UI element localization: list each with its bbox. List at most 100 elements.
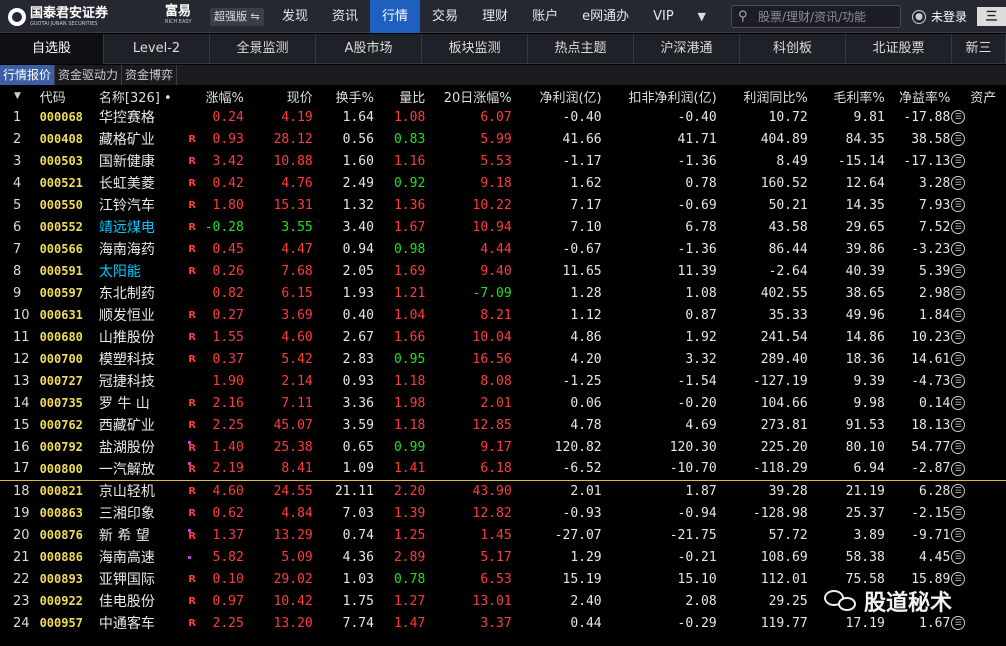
- sub-tab[interactable]: 资金博弈: [122, 65, 178, 85]
- market-tab[interactable]: 新三: [952, 34, 1006, 64]
- menu-lines-icon[interactable]: ☰: [951, 506, 966, 520]
- sub-tab[interactable]: 资金驱动力: [55, 65, 123, 85]
- table-row[interactable]: 6 000552 靖远煤电 R -0.28 3.55 3.40 1.67 10.94 7.10 6.…: [0, 216, 1006, 238]
- profit-yoy: 160.52: [760, 175, 808, 191]
- col-gross-margin[interactable]: 毛利率%: [812, 86, 889, 106]
- market-tab[interactable]: A股市场: [316, 34, 422, 64]
- topnav-item[interactable]: 资讯: [320, 0, 370, 33]
- row-index: 15: [13, 417, 30, 433]
- table-row[interactable]: 17 000800 一汽解放 R 2.19 8.41 1.09 1.41 6.18 -6.52 -1…: [0, 458, 1006, 481]
- menu-lines-icon[interactable]: ☰: [951, 176, 966, 190]
- topnav-item[interactable]: e网通办: [570, 0, 641, 33]
- brand-logo[interactable]: 国泰君安证券 GUOTAI JUNAN SECURITIES: [8, 5, 108, 29]
- table-row[interactable]: 1 000068 华控赛格 0.24 4.19 1.64 1.08 6.07 -0.40 -0.4…: [0, 106, 1006, 128]
- topnav-item[interactable]: 理财: [470, 0, 520, 33]
- topnav-item[interactable]: 账户: [520, 0, 570, 33]
- menu-lines-icon[interactable]: ☰: [951, 418, 966, 432]
- col-volume-ratio[interactable]: 量比: [378, 86, 429, 106]
- table-row[interactable]: 4 000521 长虹美菱 R 0.42 4.76 2.49 0.92 9.18 1.62 0.78…: [0, 172, 1006, 194]
- col-turnover[interactable]: 换手%: [317, 86, 378, 106]
- price: 6.15: [281, 285, 313, 301]
- menu-lines-icon[interactable]: ☰: [951, 484, 966, 499]
- col-profit-yoy[interactable]: 利润同比%: [721, 86, 812, 106]
- table-row[interactable]: 11 000680 山推股份 R 1.55 4.60 2.67 1.66 10.04 4.86 1.…: [0, 326, 1006, 348]
- menu-lines-icon[interactable]: ☰: [951, 110, 966, 124]
- change-20d: 5.53: [480, 153, 512, 169]
- menu-lines-icon[interactable]: ☰: [951, 352, 966, 366]
- market-tab[interactable]: 科创板: [740, 34, 846, 64]
- table-row[interactable]: 20 000876 新 希 望 R 1.37 13.29 0.74 1.25 1.45 -27.0…: [0, 524, 1006, 546]
- menu-lines-icon[interactable]: ☰: [951, 198, 966, 212]
- col-change[interactable]: 涨幅%: [204, 86, 248, 106]
- menu-lines-icon[interactable]: ☰: [951, 286, 966, 300]
- topnav-item[interactable]: 发现: [270, 0, 320, 33]
- table-row[interactable]: 18 000821 京山轻机 R 4.60 24.55 21.11 2.20 43.90 2.01…: [0, 480, 1006, 502]
- change-pct: 0.93: [212, 131, 244, 147]
- edition-switch-button[interactable]: 超强版 ⇋: [210, 8, 264, 26]
- sort-toggle-icon[interactable]: ▼: [0, 86, 40, 106]
- market-tab[interactable]: 自选股: [0, 34, 104, 64]
- deducted-profit: 120.30: [669, 439, 717, 455]
- table-row[interactable]: 3 000503 国新健康 R 3.42 10.88 1.60 1.16 5.53 -1.17 -1…: [0, 150, 1006, 172]
- menu-lines-icon[interactable]: ☰: [951, 154, 966, 168]
- search-input[interactable]: [758, 8, 898, 25]
- market-tab[interactable]: Level-2: [104, 34, 210, 64]
- table-row[interactable]: 21 000886 海南高速 5.82 5.09 4.36 2.89 5.17 1.29 -0.2…: [0, 546, 1006, 568]
- col-assets[interactable]: 资产: [966, 86, 1006, 106]
- table-row[interactable]: 12 000700 模塑科技 R 0.37 5.42 2.83 0.95 16.56 4.20 3.…: [0, 348, 1006, 370]
- menu-lines-icon[interactable]: ☰: [951, 308, 966, 322]
- market-tab[interactable]: 板块监测: [422, 34, 528, 64]
- topnav-more-chevron-icon[interactable]: ▼: [686, 0, 718, 33]
- main-menu-button[interactable]: 三: [977, 7, 1006, 26]
- table-row[interactable]: 10 000631 顺发恒业 R 0.27 3.69 0.40 1.04 8.21 1.12 0.8…: [0, 304, 1006, 326]
- table-row[interactable]: 15 000762 西藏矿业 R 2.25 45.07 3.59 1.18 12.85 4.78 4…: [0, 414, 1006, 436]
- topnav-item[interactable]: VIP: [641, 0, 686, 33]
- market-tab[interactable]: 热点主题: [528, 34, 634, 64]
- menu-lines-icon[interactable]: ☰: [951, 528, 966, 542]
- topnav-item[interactable]: 行情: [370, 0, 421, 33]
- menu-lines-icon[interactable]: ☰: [951, 440, 966, 454]
- table-row[interactable]: 7 000566 海南海药 R 0.45 4.47 0.94 0.98 4.44 -0.67 -1.…: [0, 238, 1006, 260]
- stock-name: 三湘印象: [98, 506, 155, 522]
- net-profit: 7.10: [570, 219, 602, 235]
- menu-lines-icon[interactable]: ☰: [951, 550, 966, 564]
- menu-lines-icon[interactable]: ☰: [951, 242, 966, 256]
- table-row[interactable]: 16 000792 盐湖股份 R 1.40 25.38 0.65 0.99 9.17 120.82…: [0, 436, 1006, 458]
- table-row[interactable]: 2 000408 藏格矿业 R 0.93 28.12 0.56 0.83 5.99 41.66 41…: [0, 128, 1006, 150]
- volume-ratio: 0.78: [393, 571, 426, 587]
- menu-lines-icon[interactable]: ☰: [951, 374, 966, 388]
- login-button[interactable]: ● 未登录: [912, 8, 967, 25]
- menu-lines-icon[interactable]: ☰: [951, 616, 966, 630]
- table-row[interactable]: 5 000550 江铃汽车 R 1.80 15.31 1.32 1.36 10.22 7.17 -0…: [0, 194, 1006, 216]
- table-row[interactable]: 13 000727 冠捷科技 1.90 2.14 0.93 1.18 8.08 -1.25 -1.…: [0, 370, 1006, 392]
- menu-lines-icon[interactable]: ☰: [951, 396, 966, 410]
- menu-lines-icon[interactable]: ☰: [951, 132, 966, 146]
- table-row[interactable]: 19 000863 三湘印象 R 0.62 4.84 7.03 1.39 12.82 -0.93 -…: [0, 502, 1006, 524]
- col-code[interactable]: 代码: [40, 86, 99, 106]
- market-tab[interactable]: 全景监测: [210, 34, 316, 64]
- market-tab[interactable]: 北证股票: [846, 34, 952, 64]
- col-price[interactable]: 现价: [248, 86, 317, 106]
- col-roe[interactable]: 净益率%: [889, 86, 950, 106]
- col-change-20d[interactable]: 20日涨幅%: [429, 86, 515, 106]
- market-tab[interactable]: 沪深港通: [634, 34, 740, 64]
- col-net-profit[interactable]: 净利润(亿): [516, 86, 606, 106]
- col-name[interactable]: 名称[326] •: [99, 86, 204, 106]
- topnav-item[interactable]: 交易: [420, 0, 470, 33]
- table-row[interactable]: 8 000591 太阳能 R 0.26 7.68 2.05 1.69 9.40 11.65 11.3…: [0, 260, 1006, 282]
- quote-table[interactable]: ▼ 代码 名称[326] • 涨幅% 现价 换手% 量比 20日涨幅% 净利润(…: [0, 86, 1006, 646]
- row-index: 20: [13, 527, 30, 543]
- col-deducted-profit[interactable]: 扣非净利润(亿): [606, 86, 721, 106]
- search-box[interactable]: ⚲: [731, 5, 901, 28]
- menu-lines-icon[interactable]: ☰: [951, 572, 966, 586]
- table-row[interactable]: 9 000597 东北制药 0.82 6.15 1.93 1.21 -7.09 1.28 1.08…: [0, 282, 1006, 304]
- menu-lines-icon[interactable]: ☰: [951, 461, 966, 476]
- table-row[interactable]: 14 000735 罗 牛 山 R 2.16 7.11 3.36 1.98 2.01 0.06 -0…: [0, 392, 1006, 414]
- roe: 7.52: [919, 219, 951, 235]
- menu-lines-icon[interactable]: ☰: [951, 220, 966, 234]
- menu-lines-icon[interactable]: ☰: [951, 330, 966, 344]
- col-name-dot: •: [163, 90, 172, 106]
- assets: [966, 282, 1006, 304]
- menu-lines-icon[interactable]: ☰: [951, 264, 966, 278]
- sub-tab[interactable]: 行情报价: [0, 65, 56, 85]
